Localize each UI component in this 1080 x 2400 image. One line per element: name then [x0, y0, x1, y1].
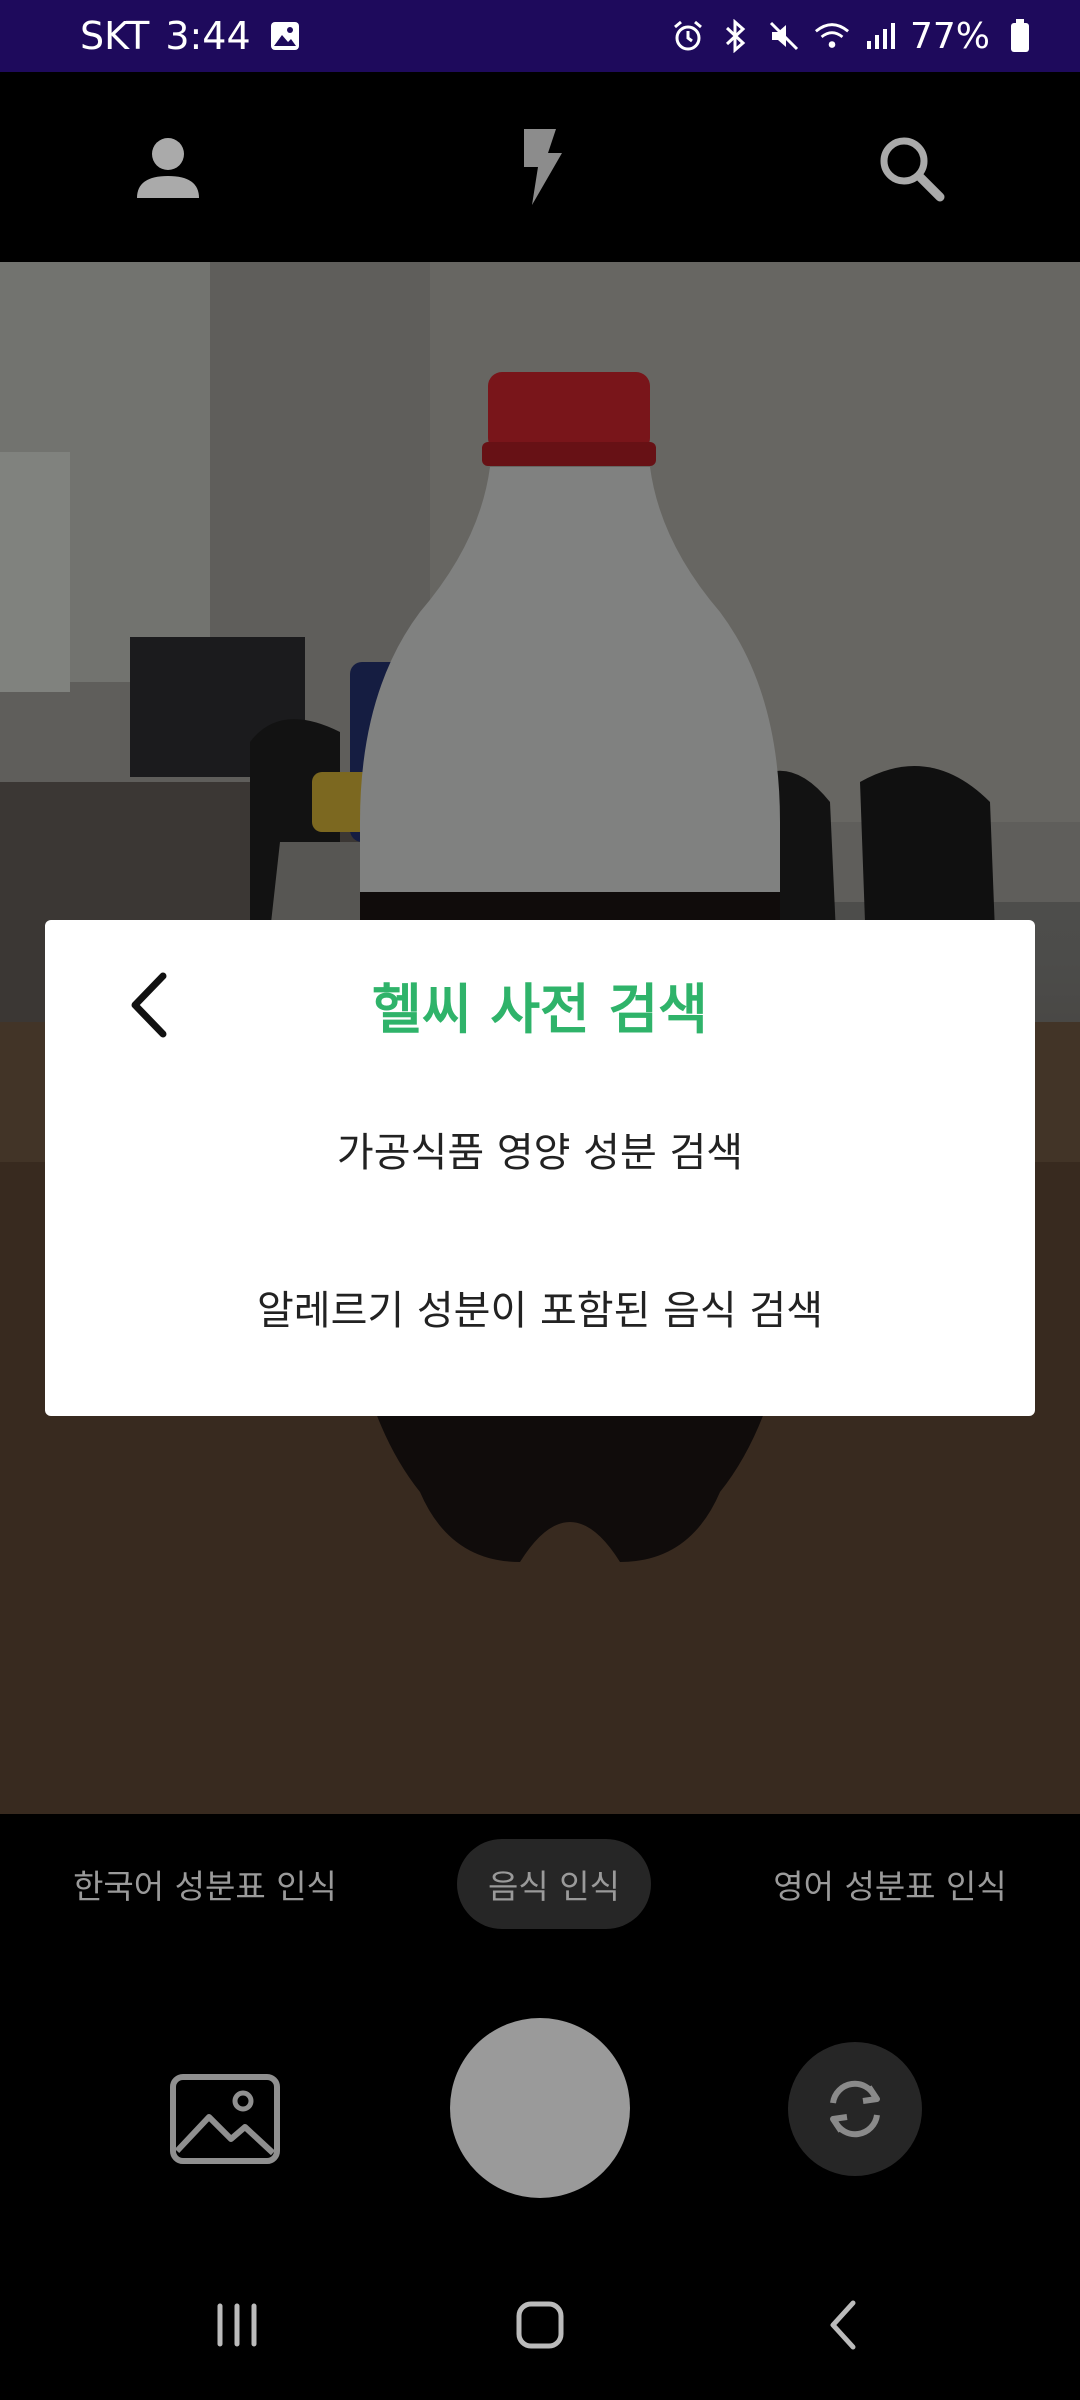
mode-food-recognition[interactable]: 음식 인식 — [457, 1839, 651, 1929]
gallery-icon[interactable] — [160, 2054, 290, 2184]
battery-percent: 77% — [909, 15, 990, 57]
processed-food-nutrition-search-option[interactable]: 가공식품 영양 성분 검색 — [45, 1120, 1035, 1178]
mode-english-label-recognition[interactable]: 영어 성분표 인식 — [760, 1839, 1020, 1929]
status-bar: SKT 3:44 77% — [0, 0, 1080, 72]
flash-icon[interactable] — [490, 117, 590, 217]
search-icon[interactable] — [860, 117, 960, 217]
recent-apps-icon[interactable] — [187, 2275, 287, 2375]
mode-korean-label-recognition[interactable]: 한국어 성분표 인식 — [60, 1839, 350, 1929]
status-right: 77% — [670, 0, 1038, 72]
recognition-mode-selector: 한국어 성분표 인식 음식 인식 영어 성분표 인식 — [0, 1814, 1080, 1964]
status-left: SKT 3:44 — [80, 0, 303, 72]
back-icon[interactable] — [793, 2275, 893, 2375]
battery-icon — [1002, 18, 1038, 54]
profile-icon[interactable] — [118, 117, 218, 217]
dictionary-search-dialog: 헬씨 사전 검색 가공식품 영양 성분 검색 알레르기 성분이 포함된 음식 검… — [45, 920, 1035, 1416]
signal-icon — [862, 18, 898, 54]
clock: 3:44 — [165, 14, 251, 58]
alarm-icon — [670, 18, 706, 54]
wifi-icon — [814, 18, 850, 54]
carrier-label: SKT — [80, 14, 150, 58]
shutter-button[interactable] — [450, 2018, 630, 2198]
allergy-food-search-option[interactable]: 알레르기 성분이 포함된 음식 검색 — [45, 1278, 1035, 1336]
bluetooth-icon — [718, 18, 754, 54]
home-icon[interactable] — [490, 2275, 590, 2375]
top-toolbar — [0, 72, 1080, 262]
dialog-title: 헬씨 사전 검색 — [372, 978, 708, 1041]
system-nav-bar — [0, 2250, 1080, 2400]
camera-switch-icon[interactable] — [788, 2042, 922, 2176]
gallery-notification-icon — [267, 18, 303, 54]
camera-controls — [0, 1964, 1080, 2244]
mute-icon — [766, 18, 802, 54]
